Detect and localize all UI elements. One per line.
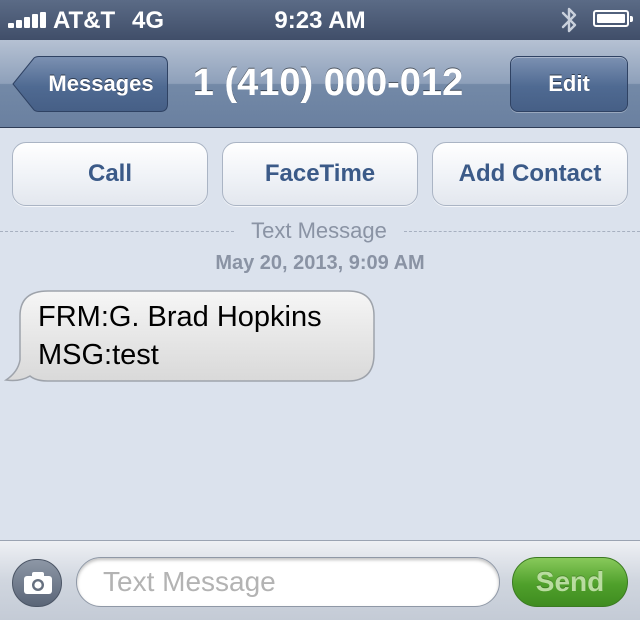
status-time: 9:23 AM [274, 7, 366, 34]
message-input[interactable] [76, 557, 500, 607]
back-button-label: Messages [48, 71, 154, 96]
message-line: MSG:test [38, 339, 159, 371]
camera-icon [24, 572, 52, 594]
status-bar: AT&T 4G 9:23 AM [0, 0, 640, 40]
separator-label: Text Message [251, 218, 387, 243]
camera-button[interactable] [12, 559, 62, 607]
edit-button[interactable]: Edit [510, 56, 628, 112]
battery-icon [593, 10, 633, 27]
message-text: FRM:G. Brad Hopkins MSG:test [38, 298, 368, 374]
back-button[interactable]: Messages [12, 56, 168, 112]
message-timestamp: May 20, 2013, 9:09 AM [215, 252, 425, 274]
send-button[interactable]: Send [512, 557, 628, 607]
message-line: FRM:G. Brad Hopkins [38, 301, 322, 333]
conversation-title: 1 (410) 000-012 [192, 62, 464, 104]
separator-line-left [0, 231, 234, 232]
navigation-bar: Messages 1 (410) 000-012 Edit [0, 40, 640, 128]
separator-line-right [404, 231, 640, 232]
composer-bar: Send [0, 540, 640, 620]
add-contact-button[interactable]: Add Contact [432, 142, 628, 206]
message-bubble[interactable]: FRM:G. Brad Hopkins MSG:test [4, 290, 378, 386]
bluetooth-icon [561, 7, 577, 33]
facetime-button[interactable]: FaceTime [222, 142, 418, 206]
call-button[interactable]: Call [12, 142, 208, 206]
